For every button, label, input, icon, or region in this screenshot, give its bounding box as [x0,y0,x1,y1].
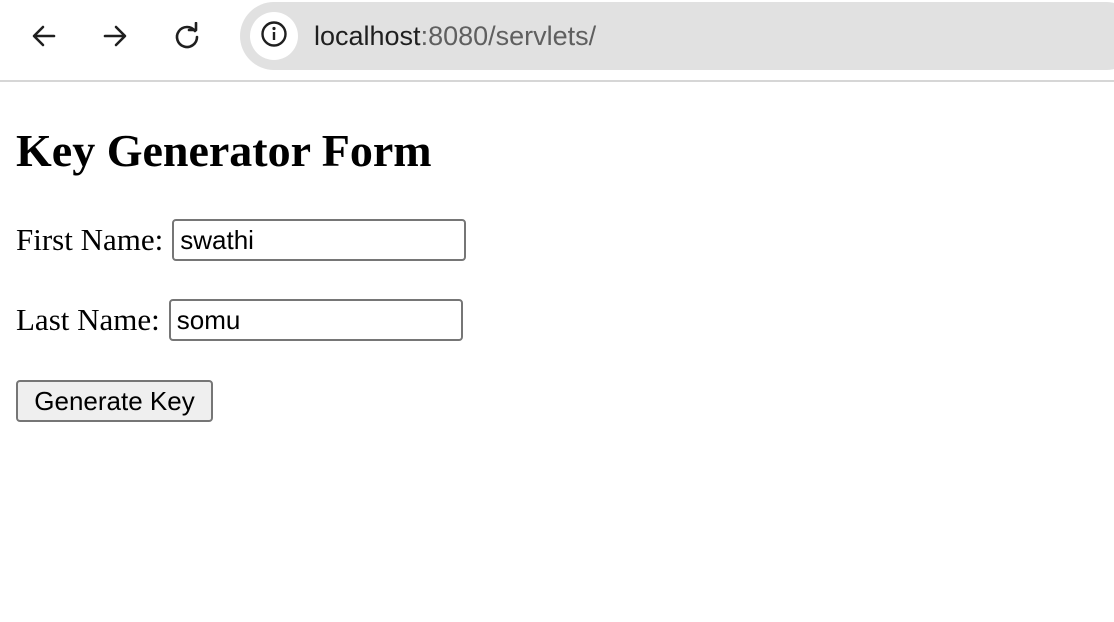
url-text[interactable]: localhost:8080/servlets/ [314,19,596,53]
generate-key-button[interactable]: Generate Key [16,380,213,422]
back-button[interactable] [22,14,66,58]
last-name-row: Last Name: [16,299,463,341]
last-name-input[interactable] [168,299,463,341]
browser-toolbar: localhost:8080/servlets/ [0,0,1114,82]
reload-button[interactable] [165,14,209,58]
address-bar[interactable]: localhost:8080/servlets/ [240,2,1114,70]
url-path: :8080/servlets/ [420,21,597,51]
url-host: localhost [314,21,421,51]
forward-button[interactable] [93,14,137,58]
arrow-left-icon [30,22,58,50]
last-name-label: Last Name: [16,302,160,337]
first-name-row: First Name: [16,219,467,261]
first-name-input[interactable] [172,219,467,261]
reload-icon [173,22,201,50]
info-icon [260,20,288,53]
site-info-button[interactable] [250,12,298,60]
arrow-right-icon [101,22,129,50]
first-name-label: First Name: [16,222,164,257]
page-title: Key Generator Form [16,125,432,176]
